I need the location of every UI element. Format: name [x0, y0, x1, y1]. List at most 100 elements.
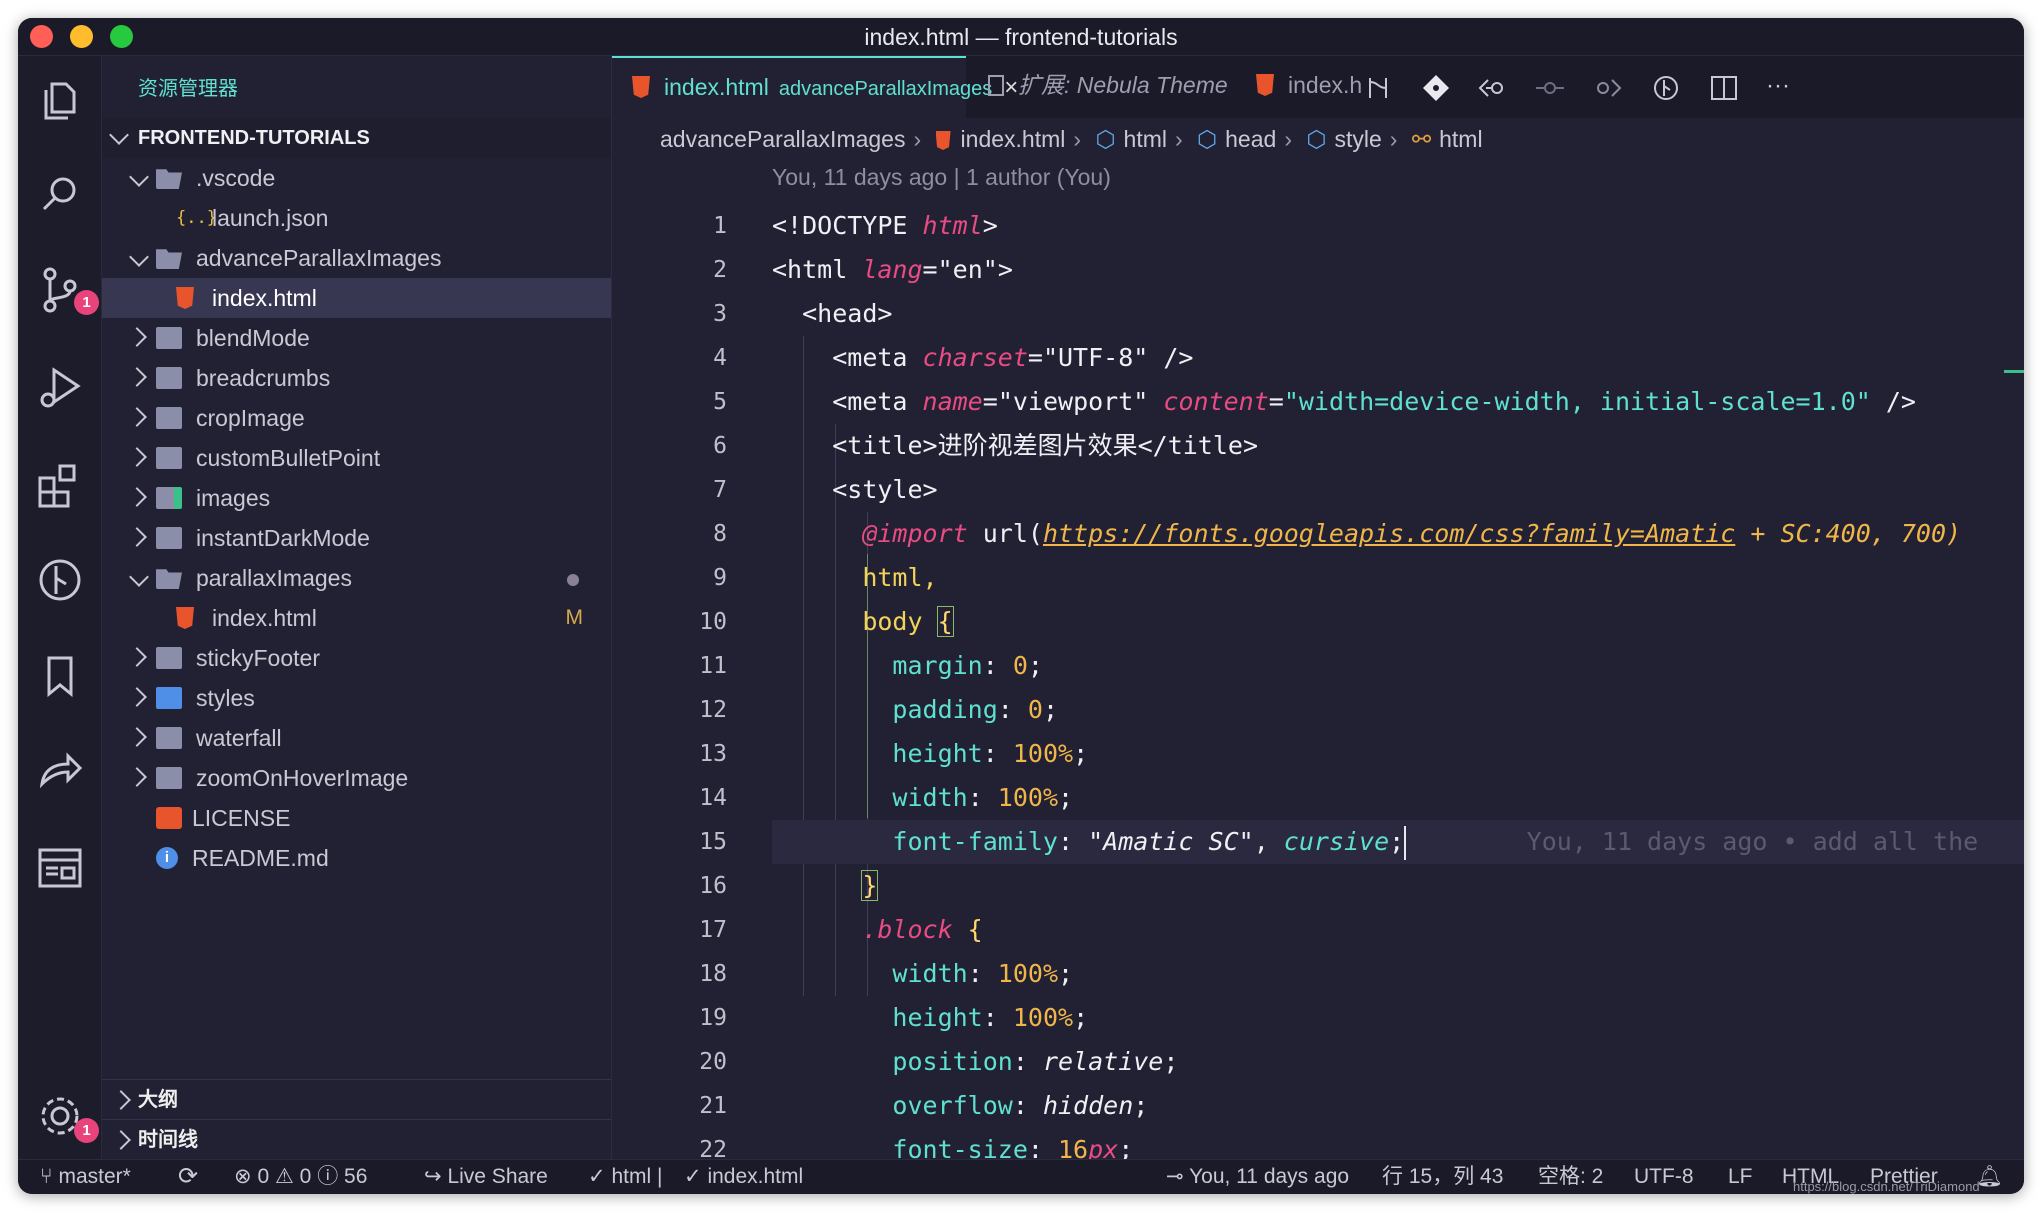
- search-icon[interactable]: [32, 166, 88, 222]
- folder-item[interactable]: parallaxImages: [102, 558, 611, 598]
- warning-icon: ⚠: [274, 1165, 294, 1188]
- folder-item[interactable]: zoomOnHoverImage: [102, 758, 611, 798]
- go-forward-icon[interactable]: [1592, 72, 1624, 104]
- timeline-section[interactable]: 时间线: [102, 1119, 611, 1159]
- code-line-22: font-size: 16px;: [892, 1135, 1134, 1159]
- breadcrumb-item[interactable]: html: [1439, 126, 1482, 152]
- file-item[interactable]: i README.md: [102, 838, 611, 878]
- sync-icon[interactable]: ⟳: [178, 1160, 198, 1194]
- indentation-status[interactable]: 空格: 2: [1538, 1160, 1603, 1194]
- element-cube-icon: ⬡: [1095, 126, 1116, 152]
- git-branch-icon: ⑂: [40, 1165, 53, 1188]
- folder-icon: [156, 527, 182, 549]
- outline-section[interactable]: 大纲: [102, 1079, 611, 1119]
- breadcrumb-item[interactable]: index.html: [961, 126, 1066, 152]
- workspace-root-folder[interactable]: FRONTEND-TUTORIALS: [102, 118, 611, 158]
- folder-item[interactable]: blendMode: [102, 318, 611, 358]
- blame-status[interactable]: ⊸ You, 11 days ago: [1166, 1160, 1349, 1194]
- chevron-down-icon: [129, 567, 149, 587]
- folder-item[interactable]: images: [102, 478, 611, 518]
- folder-item[interactable]: breadcrumbs: [102, 358, 611, 398]
- chevron-right-icon: [127, 327, 147, 347]
- folder-item[interactable]: styles: [102, 678, 611, 718]
- branch-status[interactable]: ⑂ master*: [40, 1160, 131, 1194]
- line-number-gutter: 1 2 3 4 5 6 7 8 9 10 11 12 13 14 15 16 17 18 19 20 21 22: [612, 204, 727, 1159]
- code-line-18: width: 100%;: [892, 959, 1074, 988]
- problems-status[interactable]: ⊗ 0 ⚠ 0 ⓘ 56: [234, 1160, 367, 1194]
- notifications-bell-icon[interactable]: 🔔︎: [1976, 1160, 2003, 1194]
- line-number: 9: [713, 565, 727, 591]
- html-file-icon: [632, 76, 650, 98]
- cursor-position[interactable]: 行 15，列 43: [1382, 1160, 1503, 1194]
- more-actions-icon[interactable]: ···: [1762, 72, 1794, 104]
- tree-item-label: LICENSE: [192, 805, 291, 831]
- error-icon: ⊗: [234, 1165, 252, 1188]
- line-number: 6: [713, 433, 727, 459]
- folder-item[interactable]: advanceParallaxImages: [102, 238, 611, 278]
- timeline-dot-icon[interactable]: [1534, 72, 1566, 104]
- code-line-9: html,: [862, 563, 938, 592]
- live-share-icon: ↪: [424, 1165, 442, 1188]
- codelens-blame[interactable]: You, 11 days ago | 1 author (You): [772, 164, 1111, 191]
- remote-explorer-icon[interactable]: [32, 840, 88, 896]
- files-icon[interactable]: [32, 70, 88, 126]
- folder-item[interactable]: waterfall: [102, 718, 611, 758]
- git-graph-icon[interactable]: [32, 552, 88, 608]
- file-item[interactable]: {..} launch.json: [102, 198, 611, 238]
- title-bar: index.html — frontend-tutorials: [18, 18, 2024, 56]
- git-commit-icon[interactable]: [1420, 72, 1452, 104]
- live-share-label: Live Share: [447, 1165, 548, 1188]
- split-editor-icon[interactable]: [1708, 72, 1740, 104]
- file-tree: .vscode {..} launch.json advanceParallaxIma…: [102, 158, 611, 878]
- extensions-icon[interactable]: [32, 456, 88, 512]
- breadcrumb-item[interactable]: advanceParallaxImages: [660, 126, 905, 152]
- line-number: 8: [713, 521, 727, 547]
- code-line-12: padding: 0;: [892, 695, 1059, 724]
- bookmarks-icon[interactable]: [32, 648, 88, 704]
- tab-folder-hint: advanceParallaxImages: [778, 78, 993, 100]
- breadcrumb-item[interactable]: head: [1225, 126, 1276, 152]
- code-editor[interactable]: You, 11 days ago | 1 author (You) 123456…: [612, 160, 2024, 1159]
- settings-icon[interactable]: 1: [32, 1088, 99, 1144]
- live-share-status[interactable]: ↪ Live Share: [424, 1160, 548, 1194]
- compare-changes-icon[interactable]: [1362, 72, 1394, 104]
- source-control-icon[interactable]: 1: [32, 262, 99, 318]
- modified-dot-icon: [567, 574, 579, 586]
- tab-index-html-2[interactable]: index.h: [1238, 56, 1362, 118]
- chevron-down-icon: [109, 125, 129, 145]
- open-changes-icon[interactable]: [1650, 72, 1682, 104]
- line-number: 21: [699, 1093, 727, 1119]
- live-share-icon[interactable]: [32, 744, 88, 800]
- tree-item-label: blendMode: [196, 325, 310, 351]
- breadcrumb-separator-icon: ›: [913, 126, 922, 152]
- breadcrumb-item[interactable]: style: [1334, 126, 1381, 152]
- html-check-status[interactable]: ✓ html |: [588, 1160, 662, 1194]
- file-check-status[interactable]: ✓ index.html: [684, 1160, 803, 1194]
- folder-item[interactable]: instantDarkMode: [102, 518, 611, 558]
- eol-status[interactable]: LF: [1728, 1160, 1753, 1194]
- file-item[interactable]: index.html: [102, 278, 611, 318]
- file-item[interactable]: index.html M: [102, 598, 611, 638]
- tree-item-label: cropImage: [196, 405, 305, 431]
- line-number: 2: [713, 257, 727, 283]
- chevron-right-icon: [127, 687, 147, 707]
- line-number: 22: [699, 1137, 727, 1159]
- breadcrumb-separator-icon: ›: [1174, 126, 1183, 152]
- folder-item[interactable]: stickyFooter: [102, 638, 611, 678]
- tree-item-label: images: [196, 485, 271, 511]
- file-item[interactable]: LICENSE: [102, 798, 611, 838]
- breadcrumb-item[interactable]: html: [1124, 126, 1167, 152]
- tab-index-html[interactable]: index.html advanceParallaxImages ×: [612, 56, 1018, 118]
- encoding-status[interactable]: UTF-8: [1634, 1160, 1694, 1194]
- tab-extension-nebula-theme[interactable]: 扩展: Nebula Theme: [968, 56, 1228, 118]
- code-line-2: <html lang="en">: [772, 255, 1013, 284]
- folder-item[interactable]: .vscode: [102, 158, 611, 198]
- folder-item[interactable]: cropImage: [102, 398, 611, 438]
- folder-open-icon: [156, 169, 182, 189]
- run-debug-icon[interactable]: [32, 360, 88, 416]
- tree-item-label: stickyFooter: [196, 645, 320, 671]
- license-file-icon: [156, 807, 182, 829]
- go-back-icon[interactable]: [1476, 72, 1508, 104]
- folder-item[interactable]: customBulletPoint: [102, 438, 611, 478]
- chevron-right-icon: [111, 1090, 131, 1110]
